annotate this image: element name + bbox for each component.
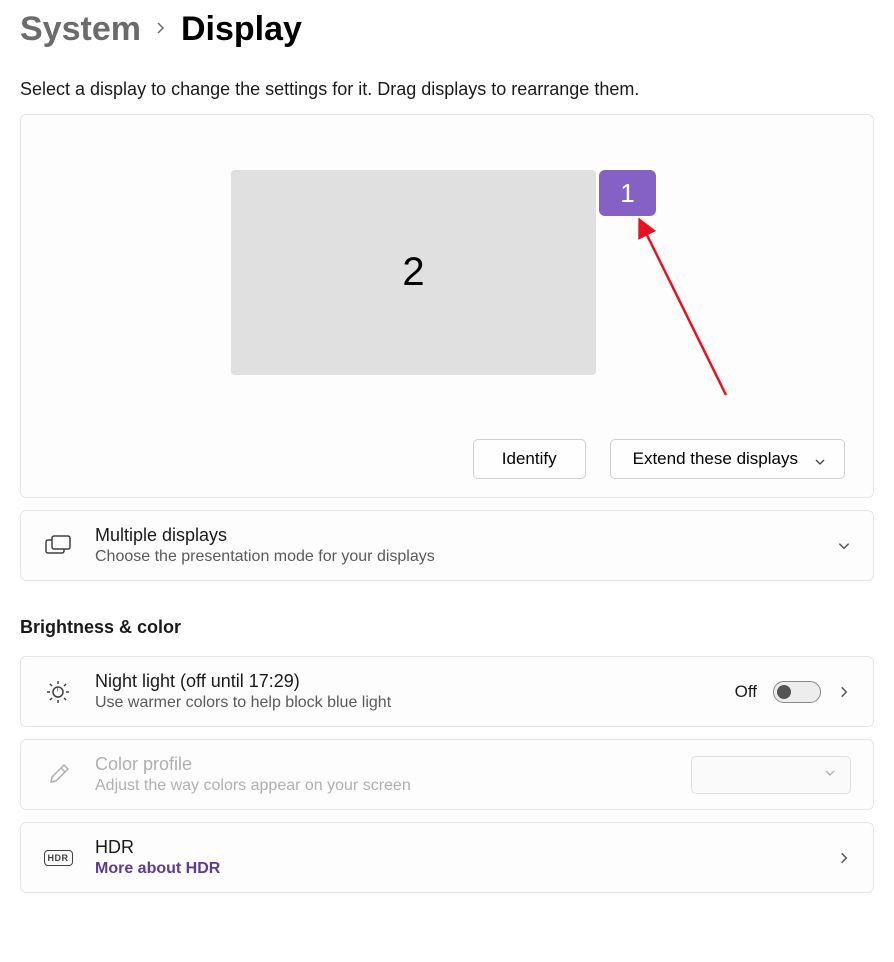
breadcrumb-parent-link[interactable]: System [20,10,141,49]
night-light-controls: Off [735,681,851,703]
chevron-right-icon [837,685,851,699]
color-profile-dropdown [691,756,851,794]
chevron-right-icon [837,851,851,865]
toggle-knob [777,685,791,699]
night-light-subtitle: Use warmer colors to help block blue lig… [95,694,713,712]
multiple-displays-row[interactable]: Multiple displays Choose the presentatio… [20,510,874,581]
display-mode-label: Extend these displays [633,449,798,469]
display-arrangement-card: 2 1 Identify Extend these displays [20,114,874,498]
page-title: Display [181,10,302,49]
chevron-down-icon [837,539,851,553]
night-light-toggle[interactable] [773,681,821,703]
multiple-displays-subtitle: Choose the presentation mode for your di… [95,548,815,566]
color-profile-title: Color profile [95,754,669,775]
night-light-icon [43,677,73,707]
display-mode-dropdown[interactable]: Extend these displays [610,439,845,479]
color-profile-row: Color profile Adjust the way colors appe… [20,739,874,810]
hdr-badge: HDR [44,850,73,866]
night-light-row[interactable]: Night light (off until 17:29) Use warmer… [20,656,874,727]
color-profile-text: Color profile Adjust the way colors appe… [95,754,669,795]
arrangement-footer: Identify Extend these displays [21,425,873,497]
chevron-down-icon [814,453,826,465]
hdr-text: HDR More about HDR [95,837,815,878]
hdr-row[interactable]: HDR HDR More about HDR [20,822,874,893]
night-light-toggle-state: Off [735,682,757,702]
chevron-right-icon [155,21,167,39]
hdr-more-link[interactable]: More about HDR [95,860,815,878]
section-heading-brightness: Brightness & color [20,617,874,638]
multiple-displays-icon [43,531,73,561]
night-light-title: Night light (off until 17:29) [95,671,713,692]
identify-button[interactable]: Identify [473,439,586,479]
color-profile-subtitle: Adjust the way colors appear on your scr… [95,777,669,795]
display-canvas[interactable]: 2 1 [21,115,873,425]
instruction-text: Select a display to change the settings … [20,79,874,100]
hdr-icon: HDR [43,843,73,873]
breadcrumb: System Display [20,10,874,49]
monitor-tile-2[interactable]: 2 [231,170,596,375]
color-profile-icon [43,760,73,790]
multiple-displays-title: Multiple displays [95,525,815,546]
multiple-displays-text: Multiple displays Choose the presentatio… [95,525,815,566]
monitor-tile-1[interactable]: 1 [599,170,656,216]
night-light-text: Night light (off until 17:29) Use warmer… [95,671,713,712]
annotation-arrow-icon [621,215,751,405]
chevron-down-icon [824,766,836,784]
hdr-title: HDR [95,837,815,858]
